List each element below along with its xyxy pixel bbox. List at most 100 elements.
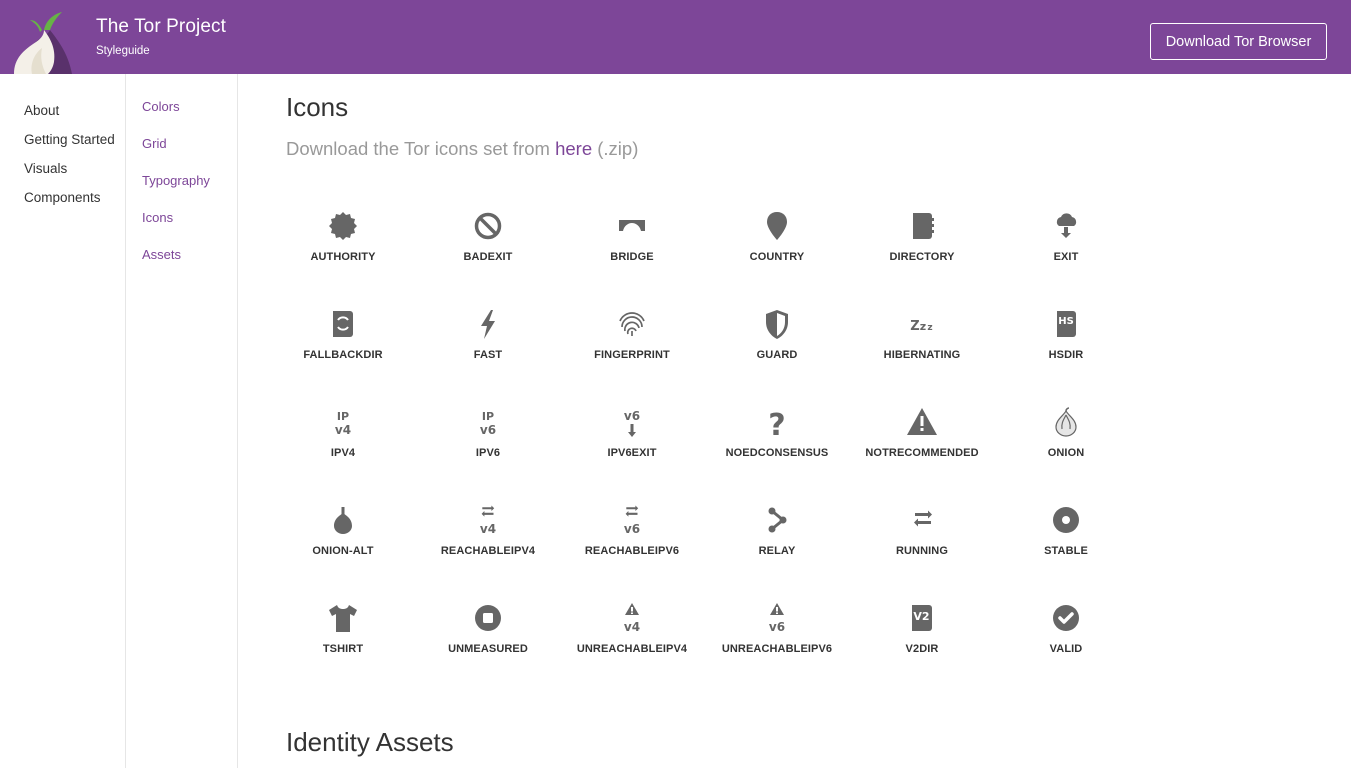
svg-text:IP: IP: [482, 410, 494, 423]
icon-label: VALID: [1049, 643, 1083, 655]
guard-icon-item: GUARD: [707, 303, 847, 383]
hibernating-icon-item: Zz z HIBERNATING: [852, 303, 992, 383]
tshirt-icon: [326, 601, 360, 635]
onion-alt-icon: [326, 503, 360, 537]
reachableipv6-icon-item: v6 REACHABLEIPV6: [562, 499, 702, 579]
icon-label: NOEDCONSENSUS: [725, 447, 829, 459]
icon-label: BRIDGE: [610, 251, 654, 263]
icon-label: RUNNING: [895, 545, 949, 557]
nav-item-getting-started[interactable]: Getting Started: [24, 129, 120, 150]
site-title[interactable]: The Tor Project: [96, 16, 226, 38]
subnav-item-typography[interactable]: Typography: [142, 173, 210, 188]
icon-label: AUTHORITY: [310, 251, 376, 263]
subnav-item-icons[interactable]: Icons: [142, 210, 173, 225]
svg-text:z: z: [920, 320, 926, 333]
badexit-icon-item: BADEXIT: [418, 205, 558, 285]
bridge-icon: [615, 209, 649, 243]
authority-icon-item: AUTHORITY: [273, 205, 413, 285]
icon-label: FAST: [473, 349, 503, 361]
icon-label: DIRECTORY: [889, 251, 955, 263]
icon-label: REACHABLEIPV4: [440, 545, 536, 557]
valid-icon: [1049, 601, 1083, 635]
valid-icon-item: VALID: [996, 597, 1136, 677]
subnav-item-assets[interactable]: Assets: [142, 247, 181, 262]
download-icons-link[interactable]: here: [555, 138, 592, 159]
icon-label: REACHABLEIPV6: [584, 545, 680, 557]
icon-label: EXIT: [1053, 251, 1079, 263]
icon-label: ONION-ALT: [312, 545, 374, 557]
unreachableipv4-icon: v4: [615, 601, 649, 635]
tor-onion-logo[interactable]: [10, 8, 76, 74]
icon-label: BADEXIT: [463, 251, 513, 263]
stable-icon-item: STABLE: [996, 499, 1136, 579]
reachableipv6-icon: v6: [615, 503, 649, 537]
noedconsensus-icon-item: ? NOEDCONSENSUS: [707, 401, 847, 481]
bridge-icon-item: BRIDGE: [562, 205, 702, 285]
secondary-nav: Colors Grid Typography Icons Assets: [125, 74, 238, 768]
icon-label: TSHIRT: [322, 643, 364, 655]
section-title-identity-assets: Identity Assets: [286, 727, 454, 757]
ipv6-icon-item: IP v6 IPV6: [418, 401, 558, 481]
tshirt-icon-item: TSHIRT: [273, 597, 413, 677]
icon-label: UNREACHABLEIPV6: [721, 643, 833, 655]
svg-text:Z: Z: [910, 319, 919, 334]
hsdir-icon: HS: [1049, 307, 1083, 341]
svg-text:?: ?: [768, 408, 785, 439]
relay-icon: [760, 503, 794, 537]
nav-item-visuals[interactable]: Visuals: [24, 158, 120, 179]
authority-icon: [326, 209, 360, 243]
guard-icon: [760, 307, 794, 341]
icon-label: FALLBACKDIR: [303, 349, 383, 361]
reachableipv4-icon: v4: [471, 503, 505, 537]
notrecommended-icon: [905, 405, 939, 439]
nav-item-about[interactable]: About: [24, 100, 120, 121]
icon-label: HSDIR: [1048, 349, 1084, 361]
svg-text:v6: v6: [480, 423, 496, 437]
svg-text:V2: V2: [913, 610, 929, 623]
ipv4-icon: IP v4: [326, 405, 360, 439]
notrecommended-icon-item: NOTRECOMMENDED: [852, 401, 992, 481]
icon-label: IPV6EXIT: [607, 447, 657, 459]
fallbackdir-icon: [326, 307, 360, 341]
fast-icon: [471, 307, 505, 341]
icon-label: COUNTRY: [749, 251, 805, 263]
ipv6exit-icon: v6: [615, 405, 649, 439]
svg-text:v4: v4: [624, 620, 640, 634]
ipv6exit-icon-item: v6 IPV6EXIT: [562, 401, 702, 481]
icon-label: FINGERPRINT: [594, 349, 670, 361]
onion-icon: [1049, 405, 1083, 439]
reachableipv4-icon-item: v4 REACHABLEIPV4: [418, 499, 558, 579]
v2dir-icon-item: V2 V2DIR: [852, 597, 992, 677]
relay-icon-item: RELAY: [707, 499, 847, 579]
download-tor-browser-button[interactable]: Download Tor Browser: [1150, 23, 1327, 60]
nav-item-components[interactable]: Components: [24, 187, 120, 208]
icon-label: GUARD: [756, 349, 798, 361]
icon-label: STABLE: [1044, 545, 1088, 557]
noedconsensus-icon: ?: [760, 405, 794, 439]
page-title: Icons: [286, 92, 349, 122]
running-icon: [905, 503, 939, 537]
subnav-item-grid[interactable]: Grid: [142, 136, 167, 151]
page-lead: Download the Tor icons set from here (.z…: [286, 138, 638, 160]
subnav-item-colors[interactable]: Colors: [142, 99, 180, 114]
primary-nav: About Getting Started Visuals Components: [24, 100, 120, 216]
svg-text:v6: v6: [624, 409, 640, 423]
unmeasured-icon: [471, 601, 505, 635]
fingerprint-icon: [615, 307, 649, 341]
ipv4-icon-item: IP v4 IPV4: [273, 401, 413, 481]
icon-label: V2DIR: [905, 643, 939, 655]
svg-text:HS: HS: [1058, 316, 1074, 327]
unreachableipv4-icon-item: v4 UNREACHABLEIPV4: [562, 597, 702, 677]
unmeasured-icon-item: UNMEASURED: [418, 597, 558, 677]
onion-alt-icon-item: ONION-ALT: [273, 499, 413, 579]
directory-icon: [905, 209, 939, 243]
exit-icon: [1049, 209, 1083, 243]
svg-text:v6: v6: [769, 620, 785, 634]
fingerprint-icon-item: FINGERPRINT: [562, 303, 702, 383]
directory-icon-item: DIRECTORY: [852, 205, 992, 285]
onion-icon-item: ONION: [996, 401, 1136, 481]
icon-label: HIBERNATING: [883, 349, 961, 361]
icon-label: IPV4: [330, 447, 356, 459]
stable-icon: [1049, 503, 1083, 537]
icon-label: UNREACHABLEIPV4: [576, 643, 688, 655]
